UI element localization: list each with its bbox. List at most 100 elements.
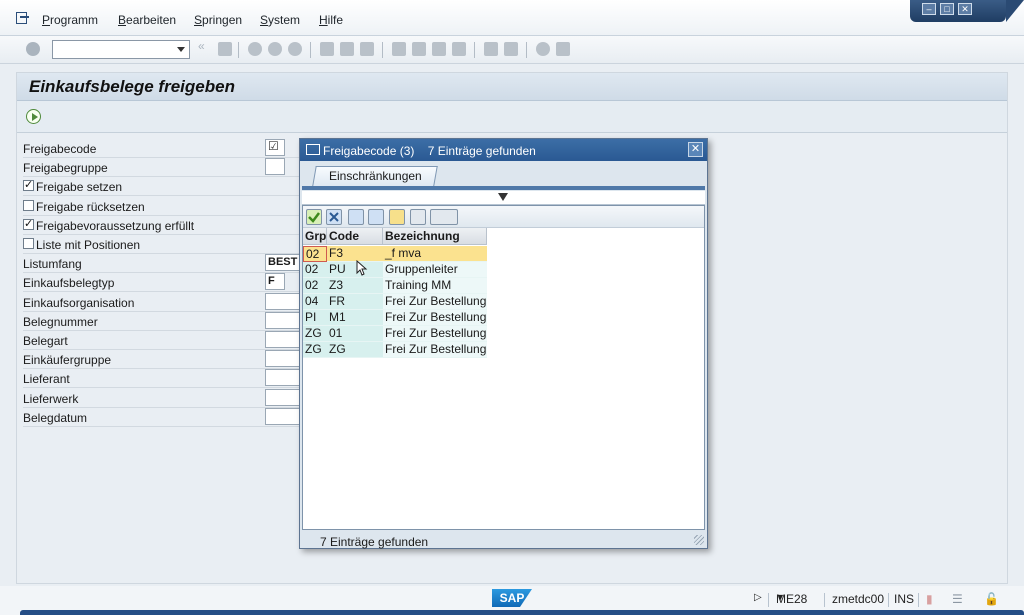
- table-cell-code[interactable]: F3: [327, 246, 383, 262]
- dialog-title: Freigabecode (3) 7 Einträge gefunden: [323, 144, 536, 158]
- table-cell-code[interactable]: ZG: [327, 342, 383, 358]
- form-row: Freigabecode: [23, 139, 323, 158]
- field-label: Belegart: [23, 334, 68, 348]
- menu-options-icon[interactable]: [16, 12, 30, 24]
- print-icon[interactable]: [320, 42, 334, 56]
- input-field[interactable]: [265, 407, 301, 425]
- checkbox[interactable]: [23, 199, 34, 211]
- column-header-bezeichnung[interactable]: Bezeichnung: [383, 228, 487, 245]
- input-field[interactable]: [265, 292, 301, 310]
- previous-page-icon[interactable]: [412, 42, 426, 56]
- lock-icon[interactable]: 🔓: [984, 592, 999, 606]
- back-icon[interactable]: [248, 42, 262, 56]
- checkmark-icon[interactable]: [306, 209, 322, 225]
- checkbox[interactable]: [23, 238, 34, 249]
- table-cell-code[interactable]: Z3: [327, 278, 383, 294]
- new-session-icon[interactable]: [484, 42, 498, 56]
- table-cell-desc[interactable]: Frei Zur Bestellung: [383, 326, 487, 342]
- find-next-icon[interactable]: [360, 42, 374, 56]
- form-row: Lieferwerk: [23, 388, 323, 408]
- mouse-pointer-icon: [356, 260, 368, 276]
- find-next-icon[interactable]: [368, 209, 384, 225]
- table-cell-desc[interactable]: Frei Zur Bestellung: [383, 294, 487, 310]
- toolbar-separator: [382, 42, 383, 58]
- table-cell-grp[interactable]: ZG: [303, 342, 327, 358]
- table-cell-desc[interactable]: Gruppenleiter: [383, 262, 487, 278]
- minimize-icon[interactable]: –: [922, 3, 936, 15]
- command-field[interactable]: [52, 40, 190, 59]
- table-cell-grp[interactable]: ZG: [303, 326, 327, 342]
- menu-hilfe[interactable]: Hilfe: [319, 13, 343, 27]
- field-label: Einkaufsbelegtyp: [23, 276, 115, 291]
- table-cell-code[interactable]: FR: [327, 294, 383, 310]
- table-cell-grp[interactable]: 04: [303, 294, 327, 310]
- save-icon[interactable]: [218, 42, 232, 56]
- table-cell-desc[interactable]: _f mva: [383, 246, 487, 262]
- menu-programm[interactable]: Programm: [42, 13, 98, 27]
- table-cell-code[interactable]: M1: [327, 310, 383, 326]
- table-cell-code[interactable]: PU: [327, 262, 383, 278]
- find-icon[interactable]: [348, 209, 364, 225]
- last-page-icon[interactable]: [452, 42, 466, 56]
- table-cell-desc[interactable]: Training MM: [383, 278, 487, 294]
- column-header-code[interactable]: Code: [327, 228, 383, 245]
- layout-settings-icon[interactable]: [556, 42, 570, 56]
- help-icon[interactable]: [536, 42, 550, 56]
- result-list-frame: Grp Code Bezeichnung 02 F3 _f mva 02 PU Gruppenl…: [302, 205, 705, 530]
- double-chevron-left-icon[interactable]: «: [198, 39, 206, 53]
- input-field[interactable]: [265, 311, 301, 329]
- menu-system[interactable]: System: [260, 13, 300, 27]
- first-page-icon[interactable]: [392, 42, 406, 56]
- cancel-icon[interactable]: [326, 209, 342, 225]
- table-cell-grp[interactable]: PI: [303, 310, 327, 326]
- find-icon[interactable]: [340, 42, 354, 56]
- field-label: Lieferwerk: [23, 391, 79, 406]
- field-label: Belegnummer: [23, 314, 98, 329]
- tab-einschraenkungen[interactable]: Einschränkungen: [312, 166, 438, 186]
- table-cell-desc[interactable]: Frei Zur Bestellung: [383, 310, 487, 326]
- input-field[interactable]: F: [265, 273, 285, 291]
- menu-bearbeiten[interactable]: Bearbeiten: [118, 13, 176, 27]
- form-row: Belegart: [23, 331, 323, 350]
- toolbar-separator: [238, 42, 239, 58]
- table-cell-code[interactable]: 01: [327, 326, 383, 342]
- chevron-down-icon[interactable]: [177, 47, 185, 52]
- insert-mode[interactable]: INS: [894, 592, 914, 606]
- form-row: Belegdatum: [23, 407, 323, 427]
- shortcut-icon[interactable]: [504, 42, 518, 56]
- input-field[interactable]: [265, 158, 285, 176]
- input-field[interactable]: [265, 388, 301, 406]
- input-field[interactable]: [265, 350, 301, 368]
- new-entry-icon[interactable]: [389, 209, 405, 225]
- execute-icon[interactable]: [26, 109, 41, 124]
- window-close-icon[interactable]: ✕: [958, 3, 972, 15]
- status-separator: [918, 593, 919, 607]
- resize-grip-icon[interactable]: [694, 535, 704, 545]
- input-field[interactable]: [265, 139, 285, 156]
- input-field[interactable]: [265, 331, 301, 348]
- filter-icon[interactable]: [498, 193, 508, 203]
- checkbox[interactable]: [23, 178, 34, 192]
- dialog-menu-icon[interactable]: [306, 144, 320, 155]
- cancel-icon[interactable]: [288, 42, 302, 56]
- table-cell-grp[interactable]: 02: [303, 246, 327, 262]
- input-field[interactable]: BEST: [265, 254, 301, 272]
- table-cell-grp[interactable]: 02: [303, 262, 327, 278]
- table-cell-desc[interactable]: Frei Zur Bestellung: [383, 342, 487, 358]
- menu-springen[interactable]: Springen: [194, 13, 242, 27]
- checkbox[interactable]: [23, 217, 34, 230]
- exit-icon[interactable]: [268, 42, 282, 56]
- print-dropdown-icon[interactable]: [430, 209, 458, 225]
- form-row: Freigabe rücksetzen: [23, 197, 323, 216]
- input-field[interactable]: [265, 369, 301, 387]
- column-header-grp[interactable]: Grp: [303, 228, 327, 245]
- information-icon[interactable]: [410, 209, 426, 225]
- dialog-close-button[interactable]: ✕: [688, 142, 703, 157]
- next-page-icon[interactable]: [432, 42, 446, 56]
- settings-icon[interactable]: ☰: [952, 592, 963, 606]
- table-cell-grp[interactable]: 02: [303, 278, 327, 294]
- restrictions-area: [302, 191, 705, 205]
- status-expand-icon[interactable]: ▷: [754, 592, 762, 603]
- maximize-icon[interactable]: □: [940, 3, 954, 15]
- enter-icon[interactable]: [26, 42, 40, 56]
